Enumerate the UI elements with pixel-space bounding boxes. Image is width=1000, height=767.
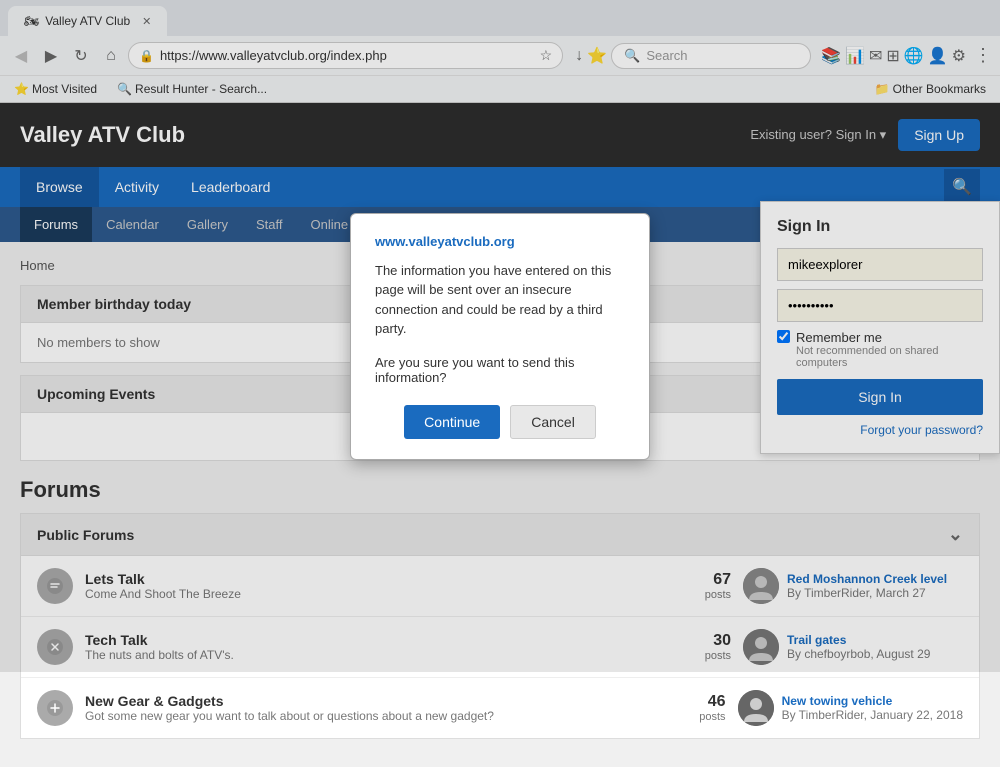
forum-posts-label: posts [666,711,726,723]
modal-dialog: www.valleyatvclub.org The information yo… [350,213,650,460]
forum-post-count: 46 [666,693,726,711]
last-post-info: New towing vehicle By TimberRider, Janua… [782,694,963,722]
forum-icon-new-gear [37,690,73,726]
modal-question: Are you sure you want to send this infor… [375,355,625,385]
forum-description: Got some new gear you want to talk about… [85,709,654,723]
modal-buttons: Continue Cancel [375,405,625,439]
last-post-avatar [738,690,774,726]
forum-last-post-new-gear: New towing vehicle By TimberRider, Janua… [738,690,963,726]
page-wrapper: Valley ATV Club Existing user? Sign In ▾… [0,103,1000,767]
modal-site: www.valleyatvclub.org [375,234,625,249]
forum-info-new-gear: New Gear & Gadgets Got some new gear you… [85,693,654,723]
modal-cancel-button[interactable]: Cancel [510,405,596,439]
modal-message: The information you have entered on this… [375,261,625,339]
forum-stats-new-gear: 46 posts [666,693,726,723]
forum-row: New Gear & Gadgets Got some new gear you… [21,678,979,738]
last-post-meta: By TimberRider, January 22, 2018 [782,708,963,722]
modal-continue-button[interactable]: Continue [404,405,500,439]
last-post-title[interactable]: New towing vehicle [782,694,963,708]
forum-name[interactable]: New Gear & Gadgets [85,693,654,709]
modal-backdrop: www.valleyatvclub.org The information yo… [0,0,1000,672]
